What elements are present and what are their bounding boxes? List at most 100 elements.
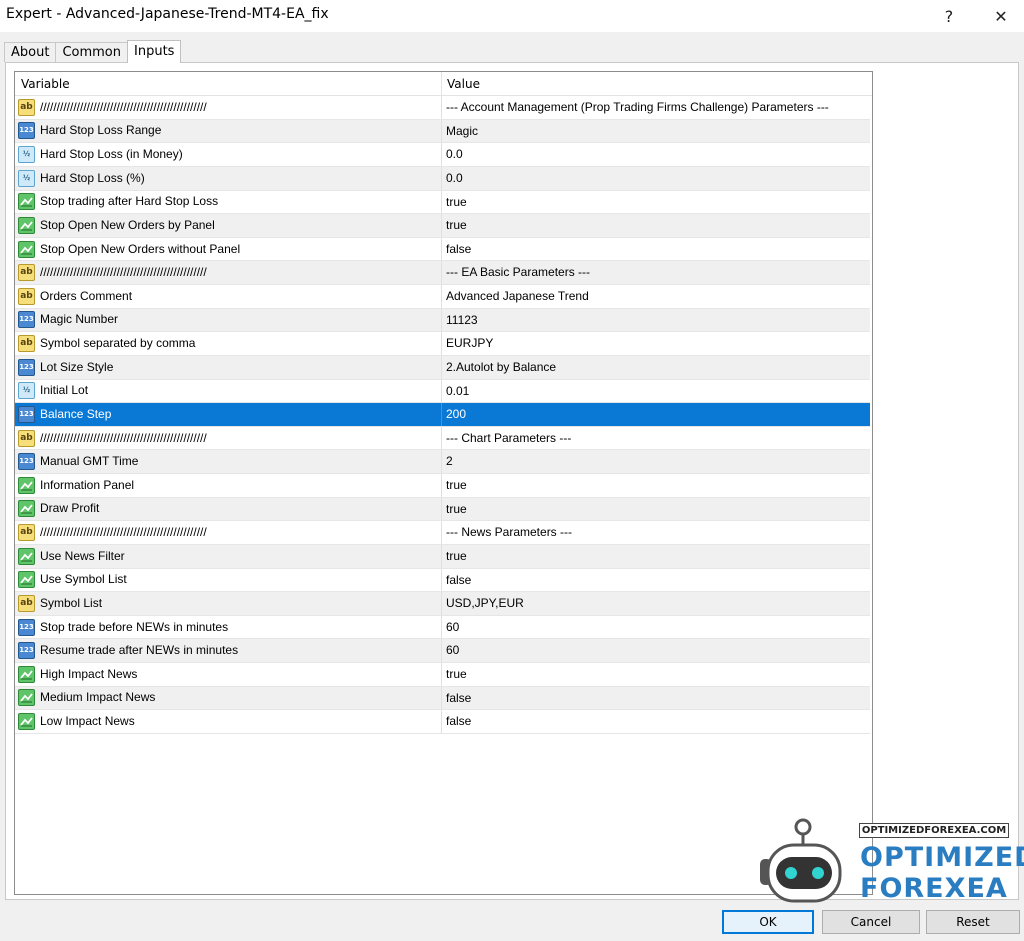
value-cell[interactable]: 60 [442,639,870,662]
variable-cell[interactable]: ab //////////////////////////////////////… [15,261,442,284]
value-cell[interactable]: true [442,191,870,214]
variable-cell[interactable]: Stop trading after Hard Stop Loss [15,190,442,214]
table-row[interactable]: ½ Hard Stop Loss (in Money) 0.0 [15,143,870,167]
variable-cell[interactable]: Use News Filter [15,544,442,568]
variable-cell[interactable]: 123 Hard Stop Loss Range [15,119,442,143]
tab-about[interactable]: About [4,42,57,62]
value-cell[interactable]: true [442,214,870,237]
table-row[interactable]: 123 Resume trade after NEWs in minutes 60 [15,639,870,663]
variable-cell[interactable]: ab Symbol List [15,592,442,615]
tab-common[interactable]: Common [55,42,128,62]
variable-cell[interactable]: ½ Hard Stop Loss (%) [15,166,442,190]
variable-cell[interactable]: 123 Resume trade after NEWs in minutes [15,639,442,662]
value-cell[interactable]: --- Chart Parameters --- [442,427,870,450]
value-cell[interactable]: true [442,663,870,686]
table-row[interactable]: 123 Stop trade before NEWs in minutes 60 [15,615,870,640]
variable-cell[interactable]: 123 Magic Number [15,308,442,332]
variable-name: Symbol separated by comma [40,336,196,351]
watermark-domain: OPTIMIZEDFOREXEA.COM [859,823,1009,838]
table-row[interactable]: ab Orders Comment Advanced Japanese Trend [15,285,870,309]
value-cell[interactable]: --- Account Management (Prop Trading Fir… [442,96,870,119]
value-cell[interactable]: --- News Parameters --- [442,521,870,544]
boolean-icon [18,216,35,234]
table-row[interactable]: 123 Manual GMT Time 2 [15,450,870,474]
value-cell[interactable]: false [442,687,870,710]
boolean-icon [18,193,35,211]
value-cell[interactable]: Advanced Japanese Trend [442,285,870,308]
variable-cell[interactable]: Use Symbol List [15,568,442,592]
value-cell[interactable]: 2.Autolot by Balance [442,356,870,379]
double-icon: ½ [18,382,35,400]
table-row[interactable]: Stop trading after Hard Stop Loss true [15,190,870,215]
table-row[interactable]: ab //////////////////////////////////////… [15,521,870,545]
ok-button[interactable]: OK [722,910,814,934]
table-row[interactable]: Use Symbol List false [15,568,870,593]
table-row[interactable]: ab //////////////////////////////////////… [15,426,870,451]
variable-cell[interactable]: Draw Profit [15,497,442,521]
value-cell[interactable]: 0.0 [442,167,870,190]
table-row[interactable]: Stop Open New Orders by Panel true [15,214,870,238]
table-row[interactable]: ab Symbol List USD,JPY,EUR [15,592,870,616]
table-row[interactable]: 123 Lot Size Style 2.Autolot by Balance [15,355,870,380]
variable-cell[interactable]: 123 Manual GMT Time [15,450,442,473]
column-header-value[interactable]: Value [442,72,872,95]
value-cell[interactable]: 0.01 [442,380,870,403]
value-cell[interactable]: true [442,474,870,497]
cancel-button[interactable]: Cancel [822,910,920,934]
variable-cell[interactable]: Medium Impact News [15,686,442,710]
reset-button[interactable]: Reset [926,910,1020,934]
table-row[interactable]: 123 Balance Step 200 [15,403,870,427]
value-cell[interactable]: 200 [442,403,870,426]
table-row[interactable]: ab //////////////////////////////////////… [15,261,870,285]
variable-cell[interactable]: Low Impact News [15,710,442,733]
value-cell[interactable]: 60 [442,616,870,639]
table-row[interactable]: Stop Open New Orders without Panel false [15,237,870,262]
value-cell[interactable]: 2 [442,450,870,473]
value-cell[interactable]: Magic [442,120,870,143]
table-row[interactable]: ab //////////////////////////////////////… [15,96,870,120]
value-cell[interactable]: --- EA Basic Parameters --- [442,261,870,284]
value-cell[interactable]: 0.0 [442,143,870,166]
variable-name: Use Symbol List [40,572,127,587]
column-header-variable[interactable]: Variable [15,72,442,95]
value-cell[interactable]: 11123 [442,309,870,332]
table-row[interactable]: ab Symbol separated by comma EURJPY [15,332,870,356]
value-cell[interactable]: true [442,545,870,568]
variable-cell[interactable]: 123 Balance Step [15,403,442,426]
help-button[interactable]: ? [926,0,972,32]
variable-cell[interactable]: ab Orders Comment [15,285,442,308]
value-cell[interactable]: false [442,238,870,261]
variable-cell[interactable]: 123 Stop trade before NEWs in minutes [15,615,442,639]
robot-icon [760,818,842,903]
value-cell[interactable]: false [442,569,870,592]
value-cell[interactable]: USD,JPY,EUR [442,592,870,615]
value-cell[interactable]: EURJPY [442,332,870,355]
variable-cell[interactable]: ab Symbol separated by comma [15,332,442,355]
variable-cell[interactable]: ab //////////////////////////////////////… [15,426,442,450]
table-row[interactable]: Use News Filter true [15,544,870,569]
variable-cell[interactable]: ½ Initial Lot [15,379,442,403]
variable-cell[interactable]: 123 Lot Size Style [15,355,442,379]
variable-cell[interactable]: ab //////////////////////////////////////… [15,521,442,544]
table-row[interactable]: Draw Profit true [15,497,870,522]
variable-cell[interactable]: High Impact News [15,663,442,686]
tab-inputs[interactable]: Inputs [127,40,182,63]
string-icon: ab [18,98,35,116]
integer-icon: 123 [18,311,35,329]
table-row[interactable]: ½ Initial Lot 0.01 [15,379,870,404]
table-row[interactable]: High Impact News true [15,663,870,687]
close-button[interactable]: ✕ [978,0,1024,32]
table-row[interactable]: Low Impact News false [15,710,870,734]
table-row[interactable]: 123 Hard Stop Loss Range Magic [15,119,870,144]
value-cell[interactable]: true [442,498,870,521]
table-row[interactable]: 123 Magic Number 11123 [15,308,870,333]
table-row[interactable]: Information Panel true [15,474,870,498]
variable-cell[interactable]: ½ Hard Stop Loss (in Money) [15,143,442,166]
table-row[interactable]: Medium Impact News false [15,686,870,711]
table-row[interactable]: ½ Hard Stop Loss (%) 0.0 [15,166,870,191]
variable-cell[interactable]: ab //////////////////////////////////////… [15,96,442,119]
variable-cell[interactable]: Information Panel [15,474,442,497]
variable-cell[interactable]: Stop Open New Orders by Panel [15,214,442,237]
value-cell[interactable]: false [442,710,870,733]
variable-cell[interactable]: Stop Open New Orders without Panel [15,237,442,261]
